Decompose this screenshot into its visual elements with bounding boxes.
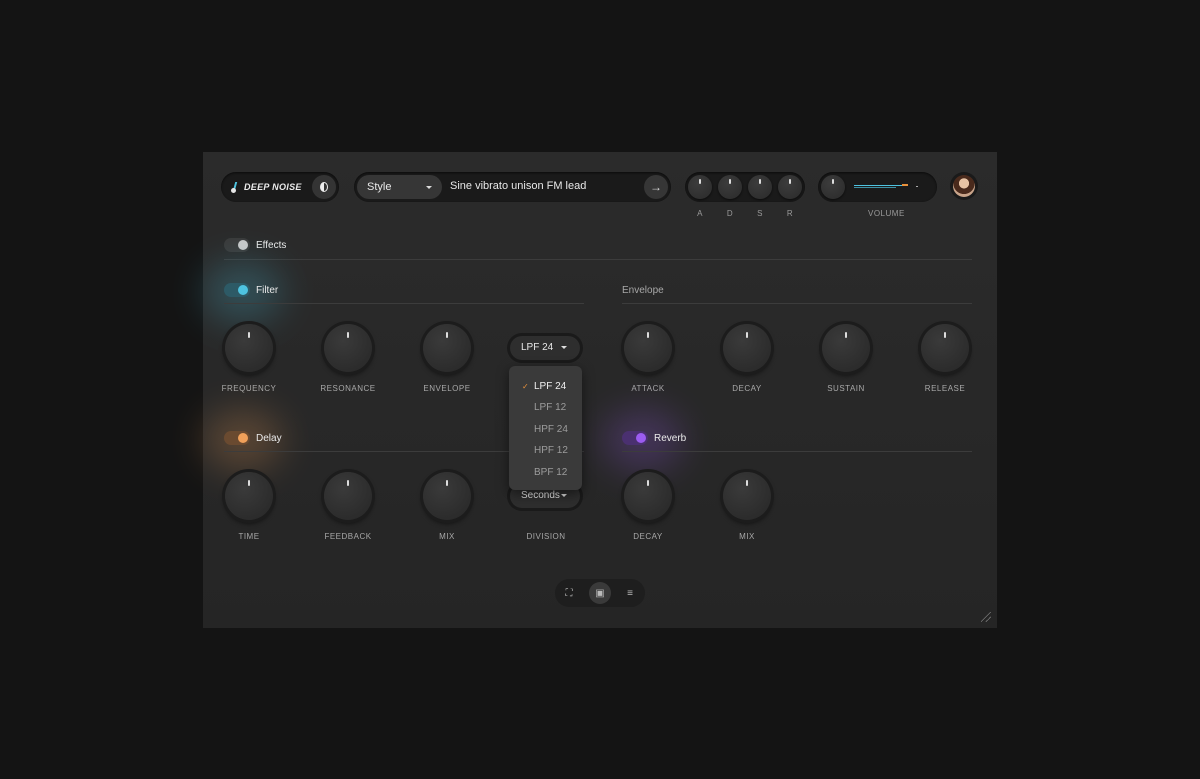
feedback-knob[interactable] xyxy=(324,472,372,520)
check-icon: ✓ xyxy=(522,382,529,391)
frequency-knob[interactable] xyxy=(225,324,273,372)
delay-mix-knob[interactable] xyxy=(423,472,471,520)
list-icon: ≡ xyxy=(627,587,633,599)
fullscreen-button[interactable]: ⛶ xyxy=(558,582,580,604)
filter-type-dropdown: ✓ LPF 24 LPF 12 HPF 24 HPF 12 BPF 12 xyxy=(509,366,582,490)
reverb-label: Reverb xyxy=(654,433,687,444)
dropdown-option[interactable]: LPF 12 xyxy=(509,397,582,418)
release-label: RELEASE xyxy=(924,384,966,393)
time-knob[interactable] xyxy=(225,472,273,520)
prompt-input[interactable]: Sine vibrato unison FM lead xyxy=(450,180,586,192)
reverb-toggle[interactable] xyxy=(622,431,648,445)
synth-panel: DEEP NOISE Style Sine vibrato unison FM … xyxy=(203,152,997,628)
filter-label: Filter xyxy=(256,285,279,296)
resize-handle[interactable] xyxy=(981,612,991,622)
volume-meter xyxy=(854,184,918,189)
reverb-mix-knob[interactable] xyxy=(723,472,771,520)
frequency-label: FREQUENCY xyxy=(221,384,277,393)
feedback-label: FEEDBACK xyxy=(324,532,372,541)
sustain-mini-knob[interactable] xyxy=(748,175,772,199)
expand-icon: ⛶ xyxy=(565,587,573,599)
dropdown-option[interactable]: HPF 24 xyxy=(509,419,582,440)
decay-knob[interactable] xyxy=(723,324,771,372)
compact-view-button[interactable]: ▣ xyxy=(589,582,611,604)
brand-pill: DEEP NOISE xyxy=(221,172,339,202)
compact-icon: ▣ xyxy=(595,587,605,599)
half-circle-icon xyxy=(320,182,328,192)
filter-envelope-knob[interactable] xyxy=(423,324,471,372)
adsr-label-r: R xyxy=(786,209,794,218)
attack-label: ATTACK xyxy=(631,384,665,393)
decay-label: DECAY xyxy=(732,384,762,393)
effects-toggle[interactable] xyxy=(224,238,250,252)
reverb-decay-knob[interactable] xyxy=(624,472,672,520)
delay-label: Delay xyxy=(256,433,282,444)
theme-toggle-button[interactable] xyxy=(312,175,336,199)
decay-mini-knob[interactable] xyxy=(718,175,742,199)
prompt-bar: Style Sine vibrato unison FM lead → xyxy=(354,172,671,202)
avatar[interactable] xyxy=(950,172,978,200)
sustain-label: SUSTAIN xyxy=(827,384,865,393)
resonance-label: RESONANCE xyxy=(320,384,376,393)
adsr-label-d: D xyxy=(726,209,734,218)
envelope-label: Envelope xyxy=(622,285,664,296)
reverb-decay-label: DECAY xyxy=(633,532,663,541)
filter-divider xyxy=(224,303,584,304)
style-select[interactable]: Style xyxy=(357,175,442,199)
filter-toggle[interactable] xyxy=(224,283,250,297)
chevron-down-icon xyxy=(561,494,567,497)
release-knob[interactable] xyxy=(921,324,969,372)
view-switcher: ⛶ ▣ ≡ xyxy=(555,579,645,607)
chevron-down-icon xyxy=(561,346,567,349)
attack-knob[interactable] xyxy=(624,324,672,372)
chevron-down-icon xyxy=(426,186,432,189)
filter-envelope-label: ENVELOPE xyxy=(423,384,471,393)
generate-button[interactable]: → xyxy=(644,175,668,199)
adsr-label-a: A xyxy=(697,209,703,218)
brand-name: DEEP NOISE xyxy=(244,182,302,192)
resonance-knob[interactable] xyxy=(324,324,372,372)
attack-mini-knob[interactable] xyxy=(688,175,712,199)
effects-divider xyxy=(224,259,972,260)
sustain-knob[interactable] xyxy=(822,324,870,372)
delay-toggle[interactable] xyxy=(224,431,250,445)
division-value: Seconds xyxy=(521,490,560,501)
arrow-right-icon: → xyxy=(650,180,662,194)
envelope-divider xyxy=(622,303,972,304)
list-view-button[interactable]: ≡ xyxy=(619,582,641,604)
delay-mix-label: MIX xyxy=(439,532,455,541)
release-mini-knob[interactable] xyxy=(778,175,802,199)
volume-pill xyxy=(818,172,937,202)
reverb-mix-label: MIX xyxy=(739,532,755,541)
adsr-label-s: S xyxy=(757,209,763,218)
dropdown-option[interactable]: ✓ LPF 24 xyxy=(509,376,582,397)
reverb-divider xyxy=(622,451,972,452)
dropdown-option[interactable]: BPF 12 xyxy=(509,462,582,483)
filter-type-value: LPF 24 xyxy=(521,342,554,353)
effects-label: Effects xyxy=(256,240,287,251)
dropdown-option[interactable]: HPF 12 xyxy=(509,440,582,461)
division-label: DIVISION xyxy=(526,532,566,541)
time-label: TIME xyxy=(238,532,260,541)
adsr-pill xyxy=(685,172,805,202)
style-select-label: Style xyxy=(367,181,392,193)
volume-label: VOLUME xyxy=(868,209,905,218)
logo-icon xyxy=(231,182,240,193)
volume-knob[interactable] xyxy=(821,175,845,199)
filter-type-select[interactable]: LPF 24 xyxy=(510,336,580,360)
